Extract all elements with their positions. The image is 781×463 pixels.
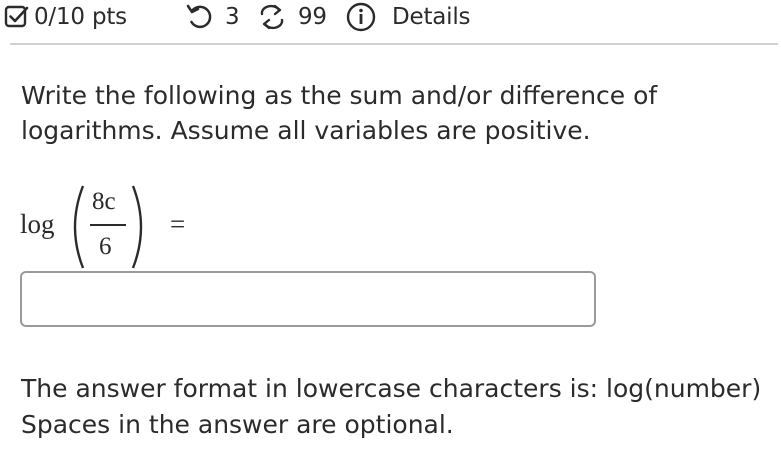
submissions-status: 99 — [257, 2, 327, 32]
details-label: Details — [392, 4, 471, 30]
right-paren — [131, 185, 143, 269]
score-text: 0/10 pts — [34, 4, 127, 30]
undo-icon — [186, 4, 212, 29]
attempts-status: 3 — [185, 2, 240, 32]
checkbox-icon — [4, 5, 29, 28]
log-function: log — [20, 209, 55, 239]
equals-sign: = — [170, 209, 186, 239]
question-status-bar: 0/10 pts 3 99 Details — [0, 0, 781, 36]
info-icon — [346, 2, 376, 32]
fraction-bar — [90, 224, 126, 226]
hint-line-2: Spaces in the answer are optional. — [21, 410, 454, 439]
fraction-denominator: 6 — [99, 233, 112, 260]
attempts-count: 3 — [225, 4, 240, 30]
left-paren — [73, 185, 85, 269]
prompt-line-2: logarithms. Assume all variables are pos… — [21, 116, 591, 145]
hint-line-1: The answer format in lowercase character… — [21, 374, 762, 403]
score-status: 0/10 pts — [2, 2, 127, 32]
log-expression: log 8c 6 = — [20, 182, 280, 272]
answer-format-hint: The answer format in lowercase character… — [21, 371, 781, 443]
header-divider — [10, 43, 778, 45]
answer-input[interactable] — [20, 271, 596, 327]
fraction-numerator: 8c — [92, 188, 116, 215]
prompt-line-1: Write the following as the sum and/or di… — [21, 81, 658, 110]
details-button[interactable]: Details — [345, 2, 471, 32]
retry-icon — [260, 4, 284, 30]
question-prompt: Write the following as the sum and/or di… — [21, 78, 761, 148]
submissions-count: 99 — [298, 4, 327, 30]
